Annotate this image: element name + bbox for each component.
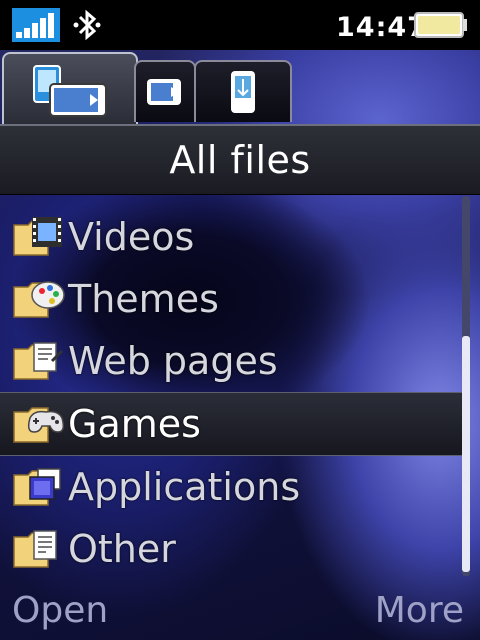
list-item-label: Other [68,527,176,571]
list-item-videos[interactable]: Videos [0,206,480,268]
list-item-games[interactable]: Games [0,392,462,456]
games-folder-icon [13,407,65,443]
tab-all-files[interactable] [2,52,138,126]
softkey-bar: Open More [0,588,480,640]
list-item-applications[interactable]: Applications [0,456,480,518]
other-folder-icon [13,530,57,568]
page-title-bar: All files [0,124,480,195]
list-item-label: Web pages [68,339,278,383]
memory-card-icon [147,79,181,105]
video-folder-icon [13,217,62,256]
tab-bar [0,52,480,126]
list-item-label: Games [68,402,201,446]
themes-folder-icon [13,281,65,318]
phone-screen: 14:47 All files Videos Themes Web pages … [0,0,480,640]
open-softkey[interactable]: Open [12,590,108,631]
applications-folder-icon [13,468,61,506]
list-item-label: Videos [68,215,195,259]
tab-memory-card[interactable] [134,60,196,122]
folders-memory-card-icon [33,65,107,117]
bluetooth-icon [73,9,101,41]
tab-phone-memory[interactable] [194,60,292,122]
status-bar: 14:47 [0,0,480,50]
list-item-other[interactable]: Other [0,518,480,580]
list-item-label: Themes [68,277,219,321]
web-pages-folder-icon [13,342,64,380]
list-item-themes[interactable]: Themes [0,268,480,330]
phone-memory-icon [231,71,255,113]
more-softkey[interactable]: More [375,590,464,631]
list-item-label: Applications [68,465,301,509]
list-item-web-pages[interactable]: Web pages [0,330,480,392]
page-title: All files [169,138,311,182]
folder-list: Videos Themes Web pages Games Applicatio… [0,206,480,580]
signal-bars-icon [12,8,60,42]
battery-icon [414,12,467,38]
